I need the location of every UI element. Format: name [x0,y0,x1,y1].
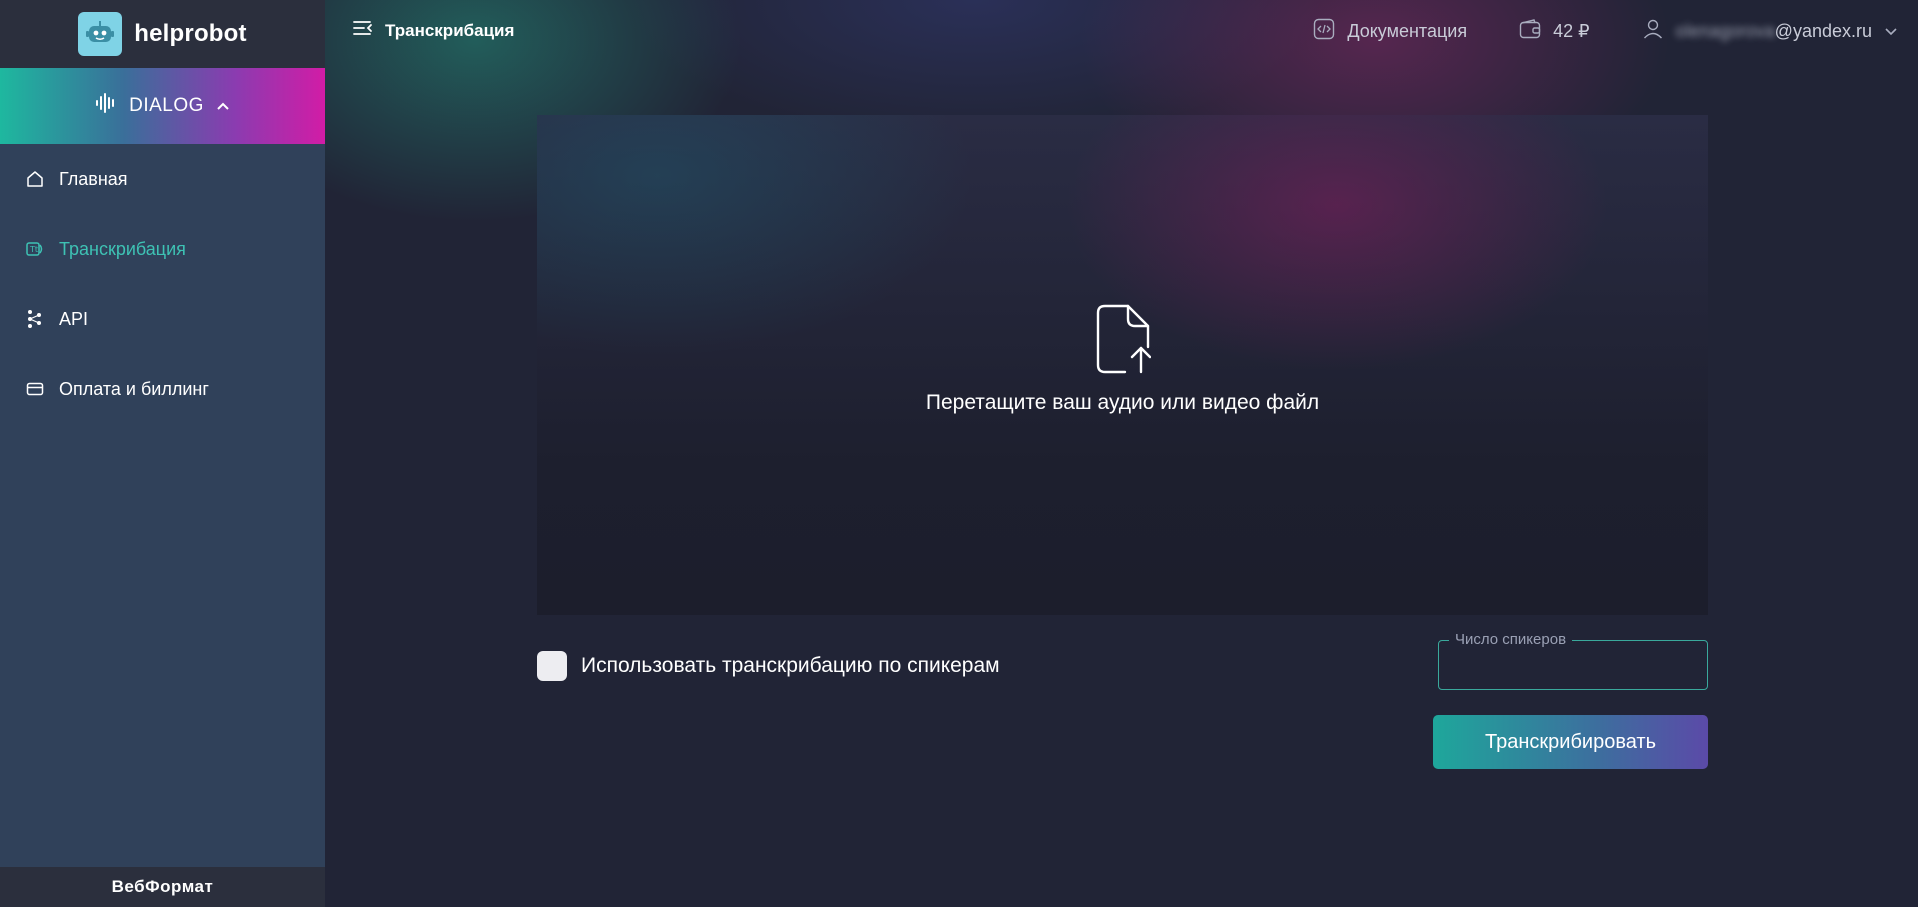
sidebar-footer-brand[interactable]: ВебФормат [0,867,325,907]
speaker-diarization-checkbox[interactable] [537,651,567,681]
sidebar-item-transcription[interactable]: Tt Транскрибация [0,214,325,284]
user-icon [1642,18,1664,45]
chevron-down-icon [1884,21,1898,42]
code-doc-icon [1313,18,1335,45]
speaker-diarization-label: Использовать транскрибацию по спикерам [581,654,1000,677]
main-area: Транскрибация Документация 42 ₽ olenagor… [325,0,1918,907]
documentation-label: Документация [1347,21,1468,41]
chevron-up-icon [216,95,230,117]
transcription-icon: Tt [25,239,45,259]
drop-zone-text: Перетащите ваш аудио или видео файл [925,390,1320,414]
home-icon [25,169,45,189]
sidebar-item-label: API [59,308,89,329]
sidebar-item-label: Транскрибация [59,238,186,259]
sidebar: helprobot DIALOG Главная Tt Транскрибаци… [0,0,325,907]
wallet-icon [1519,19,1541,44]
header-actions: Документация 42 ₽ olenagorova@yandex.ru [1313,18,1898,45]
brand[interactable]: helprobot [0,0,325,68]
speaker-count-field[interactable]: Число спикеров [1438,632,1708,690]
balance-link[interactable]: 42 ₽ [1519,19,1590,44]
audio-wave-icon [95,92,117,120]
user-menu[interactable]: olenagorova@yandex.ru [1642,18,1898,45]
robot-logo-icon [78,12,123,56]
speaker-count-input[interactable] [1439,641,1707,689]
api-icon [25,309,45,329]
user-email: olenagorova@yandex.ru [1676,21,1872,42]
file-drop-zone[interactable]: Перетащите ваш аудио или видео файл [537,115,1708,615]
product-switcher-label: DIALOG [129,95,204,116]
balance-value: 42 ₽ [1553,21,1590,41]
sidebar-item-label: Оплата и биллинг [59,378,209,399]
product-switcher[interactable]: DIALOG [0,68,325,144]
topbar: Транскрибация Документация 42 ₽ olenagor… [325,0,1918,64]
menu-collapse-icon[interactable] [353,20,373,41]
sidebar-nav: Главная Tt Транскрибация API Оплата и би… [0,144,325,424]
card-icon [25,379,45,399]
user-email-domain: @yandex.ru [1774,21,1872,41]
sidebar-item-home[interactable]: Главная [0,144,325,214]
speaker-diarization-option[interactable]: Использовать транскрибацию по спикерам [537,651,1000,681]
user-email-blurred: olenagorova [1675,21,1775,41]
page-title: Транскрибация [385,20,515,40]
transcribe-button[interactable]: Транскрибировать [1433,715,1708,769]
sidebar-item-billing[interactable]: Оплата и биллинг [0,354,325,424]
brand-name: helprobot [134,20,247,47]
file-upload-icon [1095,304,1151,379]
speaker-count-label: Число спикеров [1449,632,1573,648]
page-title-wrap: Транскрибация [353,20,514,41]
sidebar-item-label: Главная [59,168,128,189]
svg-text:Tt: Tt [29,245,38,254]
sidebar-item-api[interactable]: API [0,284,325,354]
documentation-link[interactable]: Документация [1313,18,1467,45]
